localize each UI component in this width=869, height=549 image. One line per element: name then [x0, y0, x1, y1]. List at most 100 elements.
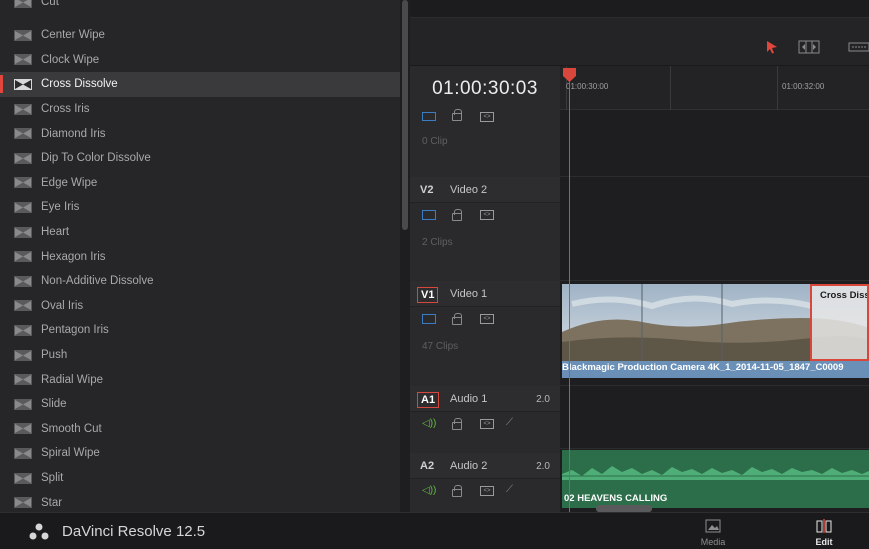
transition-label: Dip To Color Dissolve [41, 152, 151, 165]
transition-icon [14, 201, 32, 213]
lock-icon[interactable] [452, 209, 462, 221]
transition-item-partial[interactable]: Cut [0, 0, 400, 15]
transition-item[interactable]: Cross Dissolve [0, 72, 400, 97]
lock-icon[interactable] [452, 109, 462, 121]
ruler-label: 01:00:30:00 [566, 82, 609, 91]
monitor-icon[interactable] [422, 314, 436, 324]
transition-item[interactable]: Radial Wipe [0, 367, 400, 392]
transition-icon [14, 324, 32, 336]
edit-icon [816, 519, 832, 533]
transition-icon [14, 497, 32, 509]
lock-icon[interactable] [452, 418, 462, 430]
cross-dissolve-transition[interactable]: Cross Dissolve [810, 284, 869, 361]
transition-item[interactable]: Cross Iris [0, 97, 400, 122]
waveform-icon[interactable]: ⟋ [506, 484, 513, 495]
transition-icon [14, 275, 32, 287]
timeline-ruler[interactable]: 01:00:30:00 01:00:32:00 [560, 66, 869, 110]
auto-select-icon[interactable]: <> [480, 210, 494, 220]
transition-icon [14, 447, 32, 459]
transition-item[interactable]: Split [0, 466, 400, 491]
monitor-icon[interactable] [422, 112, 436, 121]
transitions-scrollbar[interactable] [402, 0, 408, 230]
track-divider [560, 448, 869, 449]
track-name[interactable]: Audio 1 [450, 393, 487, 405]
playhead-handle[interactable] [563, 68, 576, 82]
timecode-display[interactable]: 01:00:30:03 [410, 66, 560, 110]
track-name[interactable]: Video 1 [450, 288, 487, 300]
page-media[interactable]: Media [678, 513, 748, 549]
track-header-v1[interactable]: V1 Video 1 [410, 281, 560, 307]
auto-select-icon[interactable]: <> [480, 314, 494, 324]
transition-label: Edge Wipe [41, 176, 98, 189]
timeline-scrollbar[interactable] [596, 505, 652, 512]
transition-icon [14, 349, 32, 361]
clip-name: Blackmagic Production Camera 4K_1_2014-1… [562, 362, 844, 373]
transition-item[interactable]: Pentagon Iris [0, 318, 400, 343]
v1-clip-area: 47 Clips [410, 331, 560, 383]
transition-item[interactable]: Slide [0, 392, 400, 417]
page-label: Edit [815, 537, 833, 547]
v3-clip-area: 0 Clip [410, 124, 560, 176]
lock-icon[interactable] [452, 485, 462, 497]
v2-icons-row: <> [410, 203, 560, 227]
transition-label: Cross Iris [41, 103, 90, 116]
transition-item[interactable]: Edge Wipe [0, 171, 400, 196]
v3-icons-row: <> [410, 109, 560, 124]
auto-select-icon[interactable]: <> [480, 419, 494, 429]
speaker-icon[interactable]: ◁)) [422, 485, 436, 496]
app-name: DaVinci Resolve 12.5 [62, 523, 206, 540]
track-header-a2[interactable]: A2 Audio 2 2.0 [410, 453, 560, 479]
transition-icon [14, 300, 32, 312]
a2-icons-row: ◁)) <> ⟋ [410, 479, 560, 503]
v1-icons-row: <> [410, 307, 560, 331]
transition-label: Split [41, 472, 64, 485]
transition-icon [14, 103, 32, 115]
transition-item[interactable]: Hexagon Iris [0, 244, 400, 269]
audio-waveform [562, 466, 869, 480]
transition-item[interactable]: Star [0, 490, 400, 512]
transition-label: Cross Dissolve [41, 78, 118, 91]
transition-item[interactable]: Push [0, 343, 400, 368]
track-id[interactable]: A2 [417, 459, 437, 473]
transition-item[interactable]: Eye Iris [0, 195, 400, 220]
track-name[interactable]: Video 2 [450, 184, 487, 196]
track-id[interactable]: V2 [417, 183, 436, 197]
transition-label: Pentagon Iris [41, 324, 109, 337]
ruler-tick [777, 66, 778, 110]
track-divider [560, 385, 869, 386]
transition-label: Non-Additive Dissolve [41, 275, 154, 288]
track-channels: 2.0 [536, 461, 550, 472]
monitor-icon[interactable] [422, 210, 436, 220]
track-id[interactable]: V1 [417, 287, 439, 303]
auto-select-icon[interactable]: <> [480, 486, 494, 496]
audio-clip[interactable]: 02 HEAVENS CALLING [562, 450, 869, 508]
selection-arrow-icon[interactable] [766, 40, 778, 54]
transition-item[interactable]: Dip To Color Dissolve [0, 146, 400, 171]
track-id[interactable]: A1 [417, 392, 440, 408]
transitions-panel: Cut Center Wipe Clock Wipe Cross Dissolve C… [0, 0, 400, 512]
waveform-icon[interactable]: ⟋ [506, 417, 513, 428]
transition-item[interactable]: Center Wipe [0, 23, 400, 48]
lock-icon[interactable] [452, 313, 462, 325]
transition-item[interactable]: Heart [0, 220, 400, 245]
transition-item[interactable]: Spiral Wipe [0, 441, 400, 466]
transition-label: Spiral Wipe [41, 447, 100, 460]
transition-item[interactable]: Non-Additive Dissolve [0, 269, 400, 294]
transition-icon [14, 128, 32, 140]
transition-item[interactable]: Clock Wipe [0, 48, 400, 73]
transition-icon [14, 0, 32, 8]
playhead-line[interactable] [569, 74, 570, 512]
page-label: Media [700, 537, 726, 547]
track-header-a1[interactable]: A1 Audio 1 2.0 [410, 386, 560, 412]
transition-icon [14, 398, 32, 410]
transition-item[interactable]: Diamond Iris [0, 121, 400, 146]
track-header-v2[interactable]: V2 Video 2 [410, 177, 560, 203]
speaker-icon[interactable]: ◁)) [422, 418, 436, 429]
transition-item[interactable]: Smooth Cut [0, 417, 400, 442]
trim-icon[interactable] [798, 40, 820, 54]
track-name[interactable]: Audio 2 [450, 460, 487, 472]
auto-select-icon[interactable]: <> [480, 112, 494, 122]
blade-icon[interactable] [848, 42, 869, 52]
page-edit[interactable]: Edit [789, 513, 859, 549]
transition-item[interactable]: Oval Iris [0, 294, 400, 319]
